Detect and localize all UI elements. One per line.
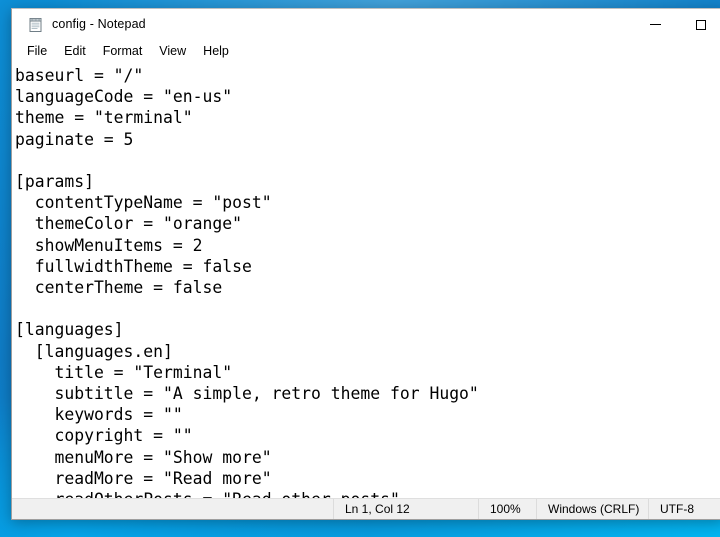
notepad-window: config - Notepad File Edit Format View H… xyxy=(11,8,720,520)
status-cursor-position: Ln 1, Col 12 xyxy=(333,499,478,519)
maximize-button[interactable] xyxy=(678,9,720,40)
notepad-icon xyxy=(28,17,44,33)
menu-item-edit[interactable]: Edit xyxy=(64,43,95,60)
menu-item-format[interactable]: Format xyxy=(103,43,152,60)
menu-item-file[interactable]: File xyxy=(27,43,56,60)
window-titlebar[interactable]: config - Notepad xyxy=(12,9,720,40)
menu-bar: File Edit Format View Help xyxy=(12,40,720,62)
minimize-button[interactable] xyxy=(632,9,678,40)
status-bar: Ln 1, Col 12 100% Windows (CRLF) UTF-8 xyxy=(12,498,720,519)
menu-item-view[interactable]: View xyxy=(159,43,195,60)
window-controls xyxy=(632,9,720,40)
window-title: config - Notepad xyxy=(52,17,146,32)
status-zoom-level[interactable]: 100% xyxy=(478,499,536,519)
menu-item-help[interactable]: Help xyxy=(203,43,238,60)
maximize-icon xyxy=(696,19,706,30)
minimize-icon xyxy=(649,24,661,25)
editor-area[interactable]: baseurl = "/" languageCode = "en-us" the… xyxy=(12,62,720,498)
status-encoding: UTF-8 xyxy=(648,499,720,519)
status-line-ending: Windows (CRLF) xyxy=(536,499,648,519)
editor-text[interactable]: baseurl = "/" languageCode = "en-us" the… xyxy=(12,63,720,498)
